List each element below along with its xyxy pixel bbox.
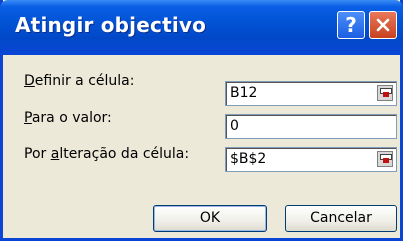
to-value-input[interactable]: 0 [225,114,397,139]
dialog-title: Atingir objectivo [15,13,207,37]
to-value-value: 0 [230,118,239,134]
close-icon [376,18,390,32]
changing-cell-label: Por alteração da célula: [24,146,190,162]
close-button[interactable] [369,11,397,39]
cancel-button[interactable]: Cancelar [285,205,397,232]
goal-seek-dialog: Atingir objectivo ? Definir a célula: B1… [0,0,403,241]
changing-cell-input[interactable]: $B$2 [225,147,397,172]
to-value-label: Para o valor: [24,110,112,126]
ok-button[interactable]: OK [153,205,267,232]
range-select-icon[interactable] [377,85,393,101]
help-icon: ? [345,13,357,37]
set-cell-input[interactable]: B12 [225,81,397,106]
help-button[interactable]: ? [337,11,365,39]
title-bar[interactable]: Atingir objectivo ? [0,0,403,55]
set-cell-label: Definir a célula: [24,73,135,89]
set-cell-value: B12 [230,85,258,101]
changing-cell-value: $B$2 [230,151,267,167]
range-select-icon[interactable] [377,151,393,167]
